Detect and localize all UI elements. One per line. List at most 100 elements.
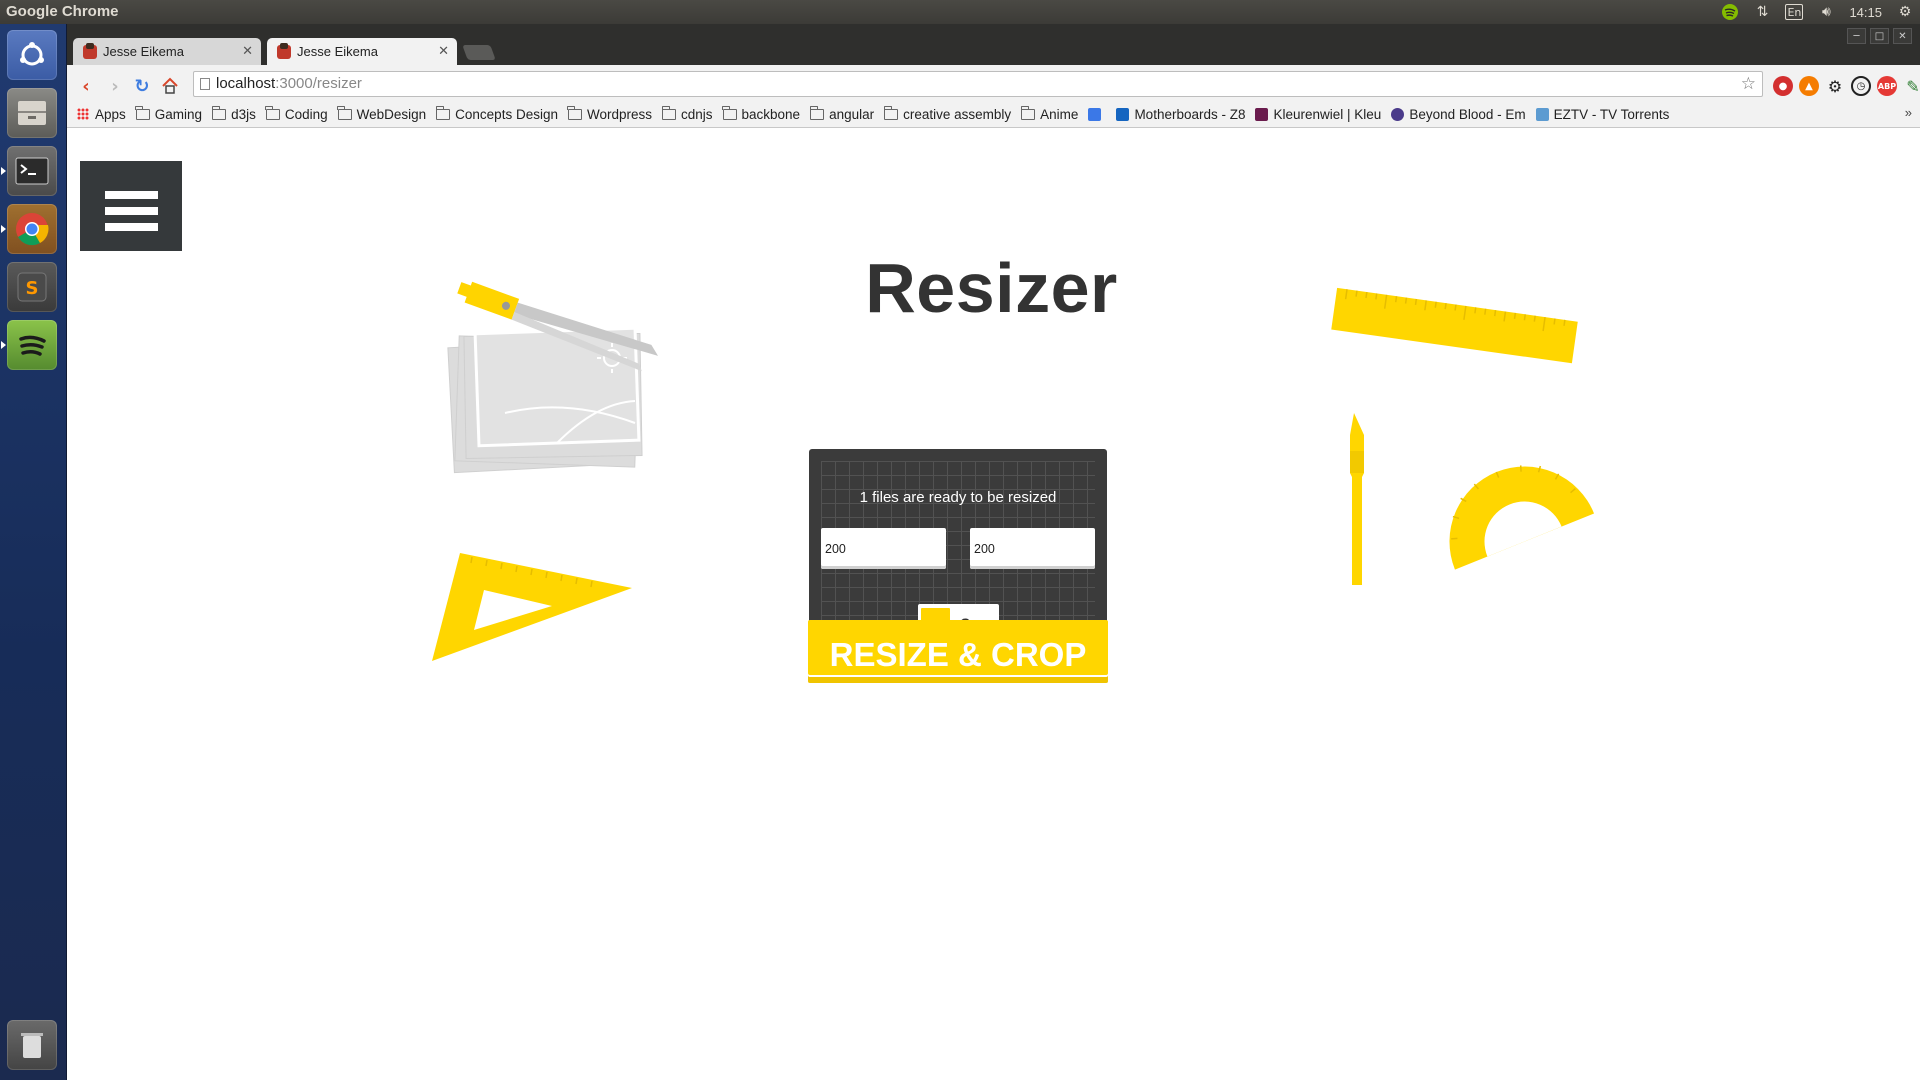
bookmark-motherboards[interactable]: Motherboards - Z8 [1116, 107, 1245, 122]
resize-crop-button[interactable]: RESIZE & CROP [808, 620, 1108, 683]
folder-icon [722, 105, 737, 120]
tab-2[interactable]: Jesse Eikema ✕ [267, 38, 457, 65]
folder-icon [883, 105, 899, 120]
tab-strip: Jesse Eikema ✕ Jesse Eikema ✕ ─ □ ✕ [67, 24, 1920, 65]
launcher-files-button[interactable] [7, 88, 57, 138]
network-icon[interactable]: ⇅ [1753, 3, 1771, 21]
stop-extension-icon[interactable]: ● [1773, 76, 1793, 96]
bookmark-apps[interactable]: Apps [77, 107, 126, 122]
trash-icon [21, 1033, 43, 1058]
terminal-icon [15, 157, 49, 185]
forward-icon[interactable]: › [105, 76, 125, 97]
url-path: :3000/resizer [275, 75, 362, 92]
ubuntu-logo-icon [20, 42, 44, 66]
clock[interactable]: 14:15 [1849, 5, 1882, 20]
close-tab-icon[interactable]: ✕ [438, 43, 449, 59]
bookmark-d3js[interactable]: d3js [211, 105, 256, 122]
close-window-icon[interactable]: ✕ [1893, 28, 1912, 44]
gear-extension-icon[interactable]: ⚙ [1825, 76, 1845, 96]
bookmark-creative-assembly[interactable]: creative assembly [883, 105, 1011, 122]
width-input[interactable] [821, 528, 946, 569]
maximize-icon[interactable]: □ [1870, 28, 1889, 44]
bookmark-star-icon[interactable]: ☆ [1741, 72, 1756, 96]
bookmark-webdesign[interactable]: WebDesign [337, 105, 426, 122]
folder-icon [661, 105, 676, 120]
launcher-chrome-button[interactable] [1, 204, 57, 254]
apps-grid-icon [77, 108, 89, 120]
bookmark-coding[interactable]: Coding [265, 105, 328, 122]
keyboard-layout-indicator[interactable]: En [1785, 4, 1804, 20]
favicon-icon [83, 42, 97, 59]
folder-icon [435, 105, 451, 120]
folder-icon [265, 105, 280, 120]
protractor-illustration [1449, 465, 1595, 570]
site-favicon-icon [1535, 107, 1549, 121]
bookmark-gaming[interactable]: Gaming [135, 105, 202, 122]
bookmark-concepts-design[interactable]: Concepts Design [435, 105, 558, 122]
launcher-trash-button[interactable] [7, 1020, 57, 1070]
flame-extension-icon[interactable]: ▲ [1799, 76, 1819, 96]
file-cabinet-icon [18, 101, 46, 125]
bookmark-angular[interactable]: angular [809, 105, 874, 122]
bookmark-kleurenwiel[interactable]: Kleurenwiel | Kleu [1255, 107, 1381, 122]
bookmark-calendar[interactable] [1088, 107, 1106, 121]
bookmark-beyond-blood[interactable]: Beyond Blood - Em [1391, 107, 1526, 122]
site-favicon-icon [1255, 107, 1269, 121]
favicon-icon [277, 42, 291, 59]
launcher-sublime-button[interactable]: S [7, 262, 57, 312]
calendar-icon [1088, 107, 1102, 121]
launcher-terminal-button[interactable] [1, 146, 57, 196]
gear-icon[interactable]: ⚙ [1896, 3, 1914, 21]
system-tray: ⇅ En 🔊︎ 14:15 ⚙ [1721, 0, 1914, 24]
chrome-icon [16, 213, 49, 246]
bookmark-anime[interactable]: Anime [1020, 105, 1078, 122]
folder-icon [337, 105, 352, 120]
top-panel: Google Chrome ⇅ En 🔊︎ 14:15 ⚙ [0, 0, 1920, 24]
folder-icon [1020, 105, 1036, 120]
spotify-icon [19, 335, 46, 356]
home-icon[interactable] [160, 76, 180, 96]
app-title: Google Chrome [6, 3, 119, 20]
volume-icon[interactable]: 🔊︎ [1817, 3, 1835, 21]
eyedropper-icon[interactable]: ✎ [1903, 76, 1920, 96]
minimize-icon[interactable]: ─ [1847, 28, 1866, 44]
folder-icon [135, 105, 150, 120]
back-icon[interactable]: ‹ [76, 76, 96, 97]
browser-window: Jesse Eikema ✕ Jesse Eikema ✕ ─ □ ✕ ‹ › … [67, 24, 1920, 1080]
spotify-tray-icon[interactable] [1721, 3, 1739, 21]
dash-home-button[interactable] [7, 30, 57, 80]
bookmark-wordpress[interactable]: Wordpress [567, 105, 652, 122]
adblock-icon[interactable]: ABP [1877, 76, 1897, 96]
folder-icon [211, 105, 227, 120]
bookmark-backbone[interactable]: backbone [722, 105, 800, 122]
bookmark-cdnjs[interactable]: cdnjs [661, 105, 713, 122]
site-favicon-icon [1391, 107, 1405, 121]
bookmarks-overflow-button[interactable]: » [1905, 105, 1912, 120]
tab-1-label: Jesse Eikema [103, 44, 184, 59]
page-content: Resizer 1 files are ready to be resized … [67, 128, 1920, 1080]
window-controls: ─ □ ✕ [1847, 28, 1912, 44]
url-host: localhost [216, 75, 276, 92]
bookmark-eztv[interactable]: EZTV - TV Torrents [1535, 107, 1669, 122]
tab-1[interactable]: Jesse Eikema ✕ [73, 38, 261, 65]
bookmarks-bar: Apps Gaming d3js Coding WebDesign Concep… [67, 101, 1920, 128]
close-tab-icon[interactable]: ✕ [242, 43, 253, 59]
reload-icon[interactable]: ↻ [132, 76, 152, 97]
pen-knife-illustration [1350, 413, 1364, 585]
set-square-illustration [432, 553, 632, 661]
address-bar[interactable]: localhost:3000/resizer ☆ [193, 71, 1763, 97]
folder-icon [809, 105, 825, 120]
launcher: S [0, 24, 67, 1080]
svg-text:S: S [26, 278, 39, 299]
launcher-spotify-button[interactable] [1, 320, 57, 370]
menu-button[interactable] [80, 161, 182, 251]
files-status-text: 1 files are ready to be resized [859, 489, 1057, 506]
clock-extension-icon[interactable]: ◷ [1851, 76, 1871, 96]
page-icon [200, 78, 210, 90]
folder-icon [567, 105, 582, 120]
page-title: Resizer [865, 249, 1118, 327]
sublime-text-icon: S [17, 272, 47, 302]
height-input[interactable] [970, 528, 1095, 569]
tab-2-label: Jesse Eikema [297, 44, 378, 59]
new-tab-button[interactable] [462, 45, 496, 60]
